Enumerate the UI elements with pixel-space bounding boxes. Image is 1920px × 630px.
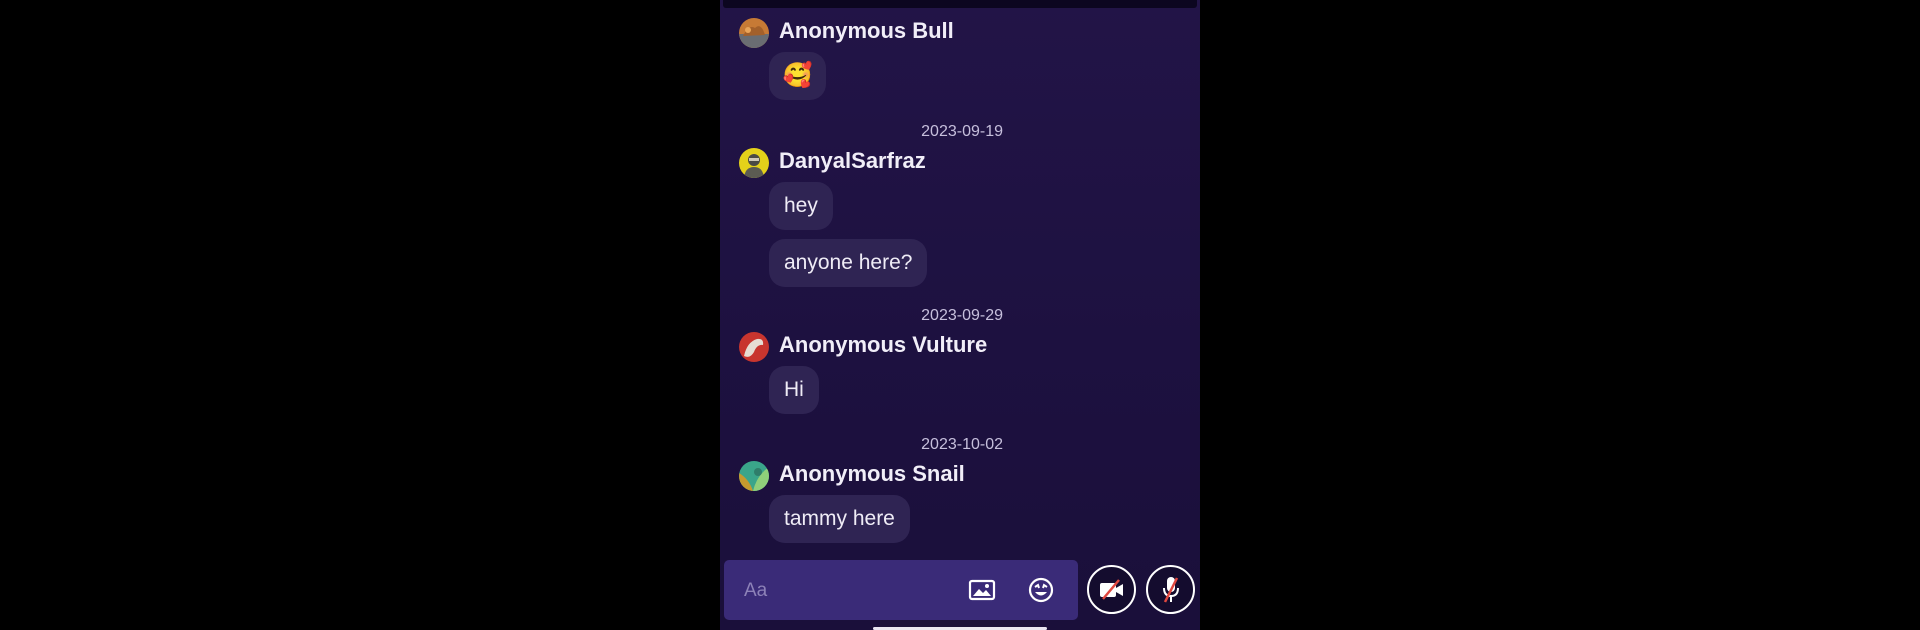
emoji-icon[interactable] bbox=[1026, 575, 1056, 605]
chat-screen: Anonymous Bull 🥰 2023-09-19 DanyalSarfra… bbox=[720, 0, 1200, 630]
mic-off-icon bbox=[1162, 576, 1179, 603]
date-separator: 2023-10-02 bbox=[921, 436, 1003, 453]
sender-avatar[interactable] bbox=[739, 332, 769, 362]
mic-toggle-button[interactable] bbox=[1146, 565, 1195, 614]
message-bubble[interactable]: tammy here bbox=[769, 495, 910, 543]
date-separator: 2023-09-29 bbox=[921, 307, 1003, 324]
sender-name: Anonymous Bull bbox=[779, 18, 954, 43]
sender-avatar[interactable] bbox=[739, 461, 769, 491]
snail-avatar-icon bbox=[739, 461, 769, 491]
bull-avatar-icon bbox=[739, 18, 769, 48]
sender-name: Anonymous Vulture bbox=[779, 332, 988, 357]
message-composer bbox=[724, 560, 1078, 622]
video-toggle-button[interactable] bbox=[1087, 565, 1136, 614]
image-icon[interactable] bbox=[967, 575, 997, 605]
header-bar-edge bbox=[723, 0, 1197, 8]
message-bubble[interactable]: Hi bbox=[769, 366, 819, 414]
user-photo-avatar-icon bbox=[739, 148, 769, 178]
vulture-avatar-icon bbox=[739, 332, 769, 362]
video-off-icon bbox=[1099, 578, 1123, 600]
message-bubble[interactable]: anyone here? bbox=[769, 239, 928, 287]
sender-avatar[interactable] bbox=[739, 18, 769, 48]
sender-name: Anonymous Snail bbox=[779, 461, 965, 486]
message-bubble[interactable]: 🥰 bbox=[769, 52, 826, 100]
message-bubble[interactable]: hey bbox=[769, 182, 833, 230]
sender-avatar[interactable] bbox=[739, 148, 769, 178]
date-separator: 2023-09-19 bbox=[921, 123, 1003, 140]
message-input[interactable] bbox=[742, 560, 946, 622]
sender-name: DanyalSarfraz bbox=[779, 148, 926, 173]
